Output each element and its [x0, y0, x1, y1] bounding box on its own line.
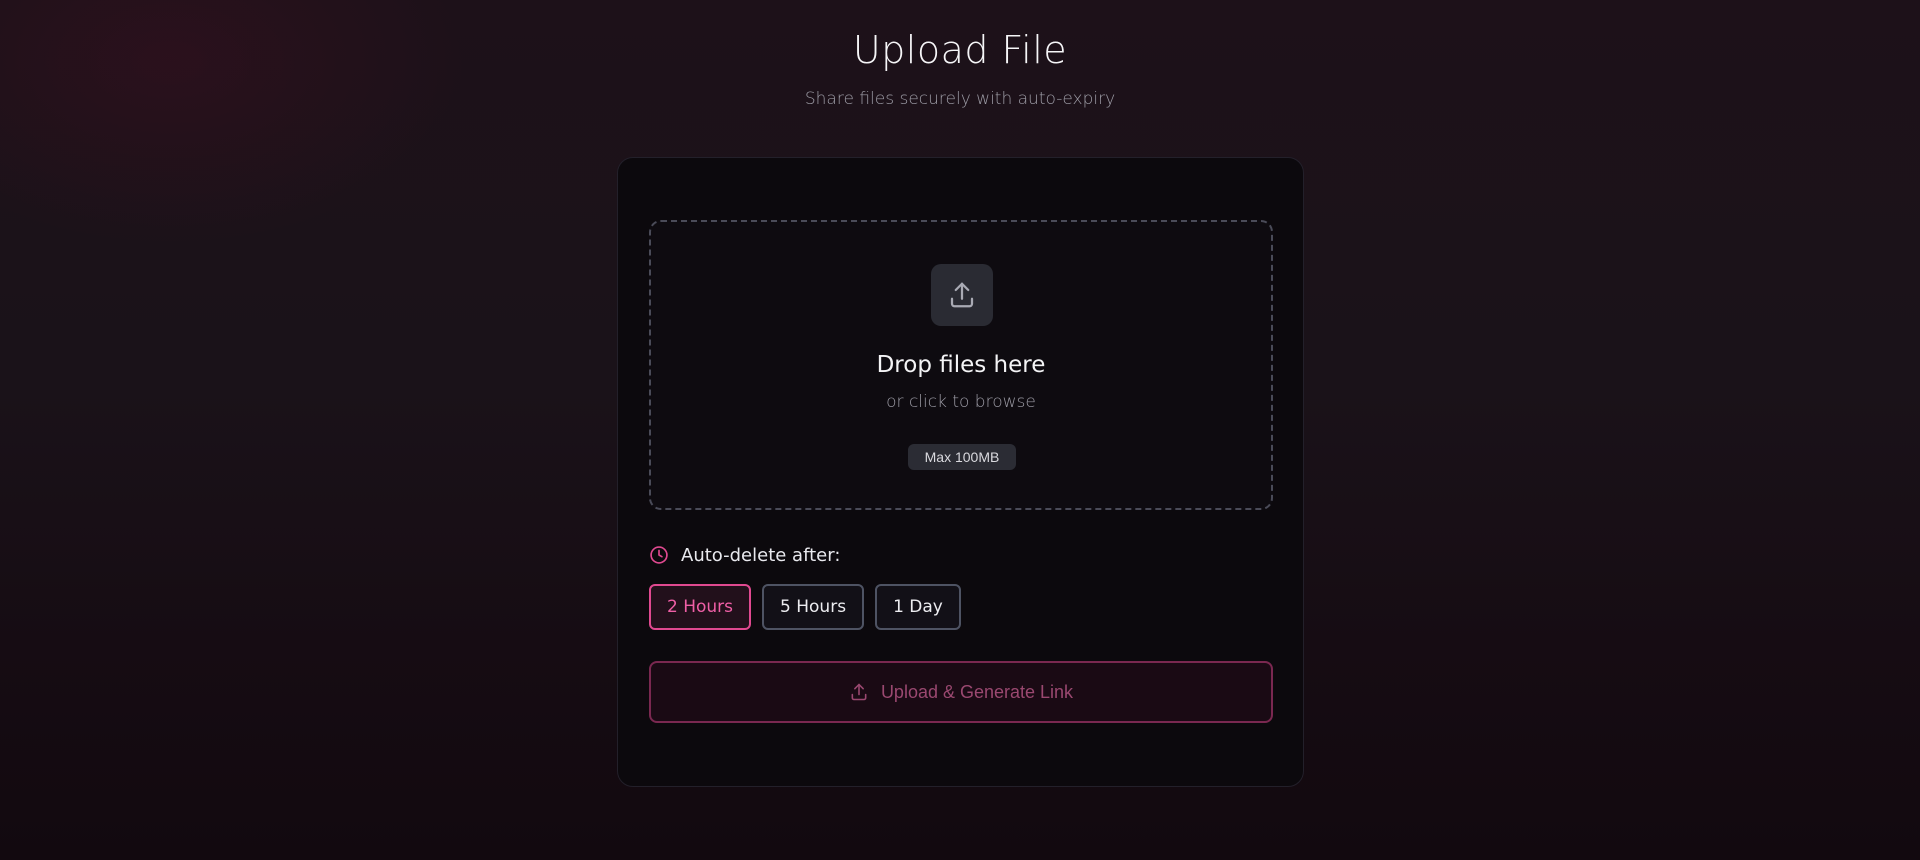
- expiry-option-2-hours[interactable]: 2 Hours: [649, 584, 752, 630]
- dropzone-hint: or click to browse: [886, 392, 1036, 412]
- expiry-options: 2 Hours 5 Hours 1 Day: [649, 584, 972, 630]
- upload-card: Drop files here or click to browse Max 1…: [617, 157, 1304, 787]
- expiry-option-1-day[interactable]: 1 Day: [875, 584, 961, 630]
- clock-icon: [649, 545, 669, 565]
- dropzone-title: Drop files here: [876, 352, 1046, 378]
- max-size-badge: Max 100MB: [908, 444, 1016, 470]
- upload-button-label: Upload & Generate Link: [880, 681, 1074, 702]
- upload-icon: [849, 682, 869, 702]
- expiry-label-row: Auto-delete after:: [649, 543, 840, 567]
- upload-generate-link-button[interactable]: Upload & Generate Link: [649, 661, 1273, 723]
- file-dropzone[interactable]: Drop files here or click to browse Max 1…: [649, 220, 1273, 510]
- page-subtitle: Share files securely with auto-expiry: [804, 89, 1116, 109]
- expiry-label: Auto-delete after:: [681, 544, 841, 566]
- upload-icon: [931, 264, 993, 326]
- expiry-option-5-hours[interactable]: 5 Hours: [762, 584, 865, 630]
- page-title: Upload File: [852, 28, 1068, 72]
